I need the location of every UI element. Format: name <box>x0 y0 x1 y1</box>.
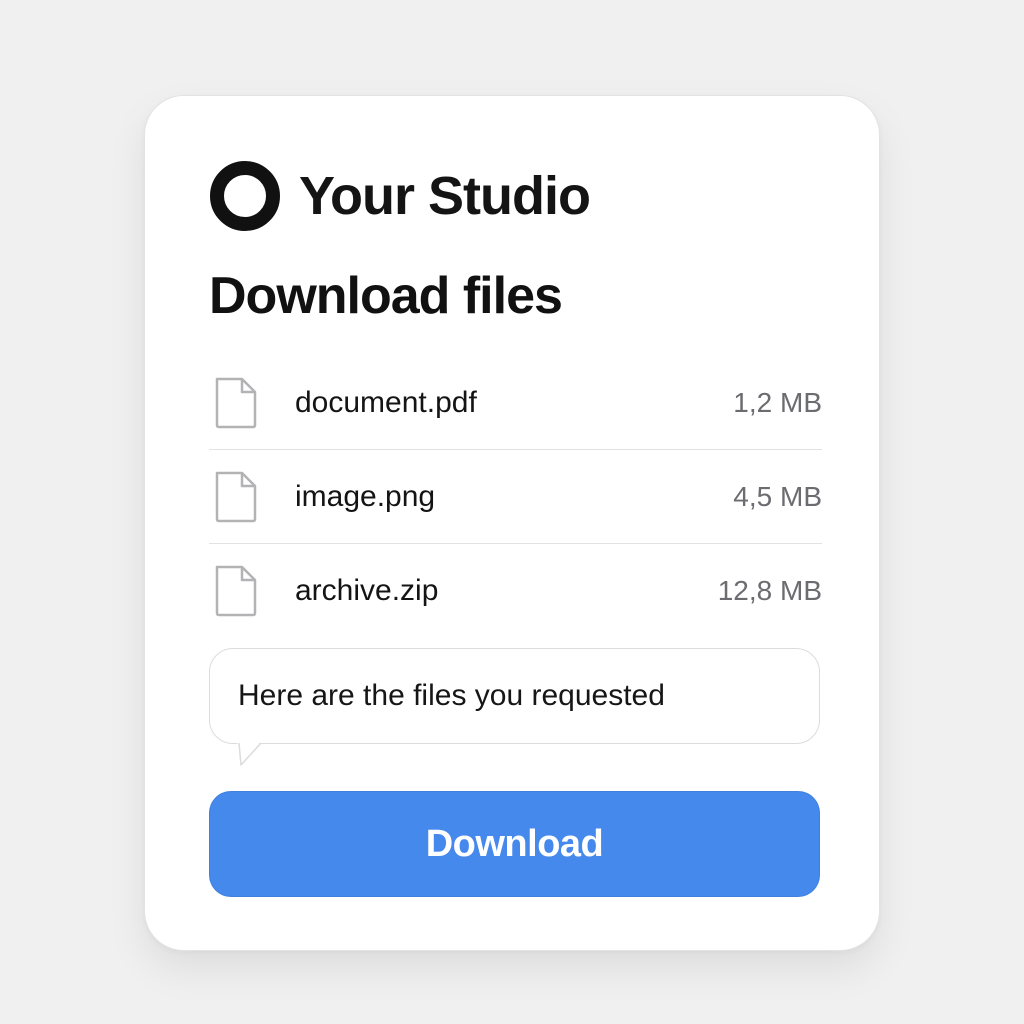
file-name: document.pdf <box>295 385 477 419</box>
page-title: Download files <box>209 267 563 325</box>
speech-bubble-tail-icon <box>237 741 262 766</box>
brand-header: Your Studio <box>209 158 591 234</box>
file-size: 4,5 MB <box>733 480 822 512</box>
file-icon <box>215 471 257 522</box>
ring-logo-icon <box>210 161 280 231</box>
file-row-archive[interactable]: archive.zip 12,8 MB <box>209 544 822 638</box>
download-card: Your Studio Download files document.pdf … <box>144 95 880 951</box>
file-size: 12,8 MB <box>717 575 822 606</box>
file-size: 1,2 MB <box>733 386 822 418</box>
download-button[interactable]: Download <box>209 791 820 897</box>
file-name: archive.zip <box>295 574 439 607</box>
message-text: Here are the files you requested <box>238 679 665 712</box>
file-icon <box>215 377 257 428</box>
file-icon <box>215 565 257 617</box>
brand-name: Your Studio <box>299 166 591 226</box>
file-row-document[interactable]: document.pdf 1,2 MB <box>209 356 822 450</box>
file-name: image.png <box>295 479 436 513</box>
file-row-image[interactable]: image.png 4,5 MB <box>209 450 822 544</box>
message-bubble: Here are the files you requested <box>209 648 820 744</box>
file-list: document.pdf 1,2 MB image.png 4,5 MB arc… <box>209 356 822 638</box>
